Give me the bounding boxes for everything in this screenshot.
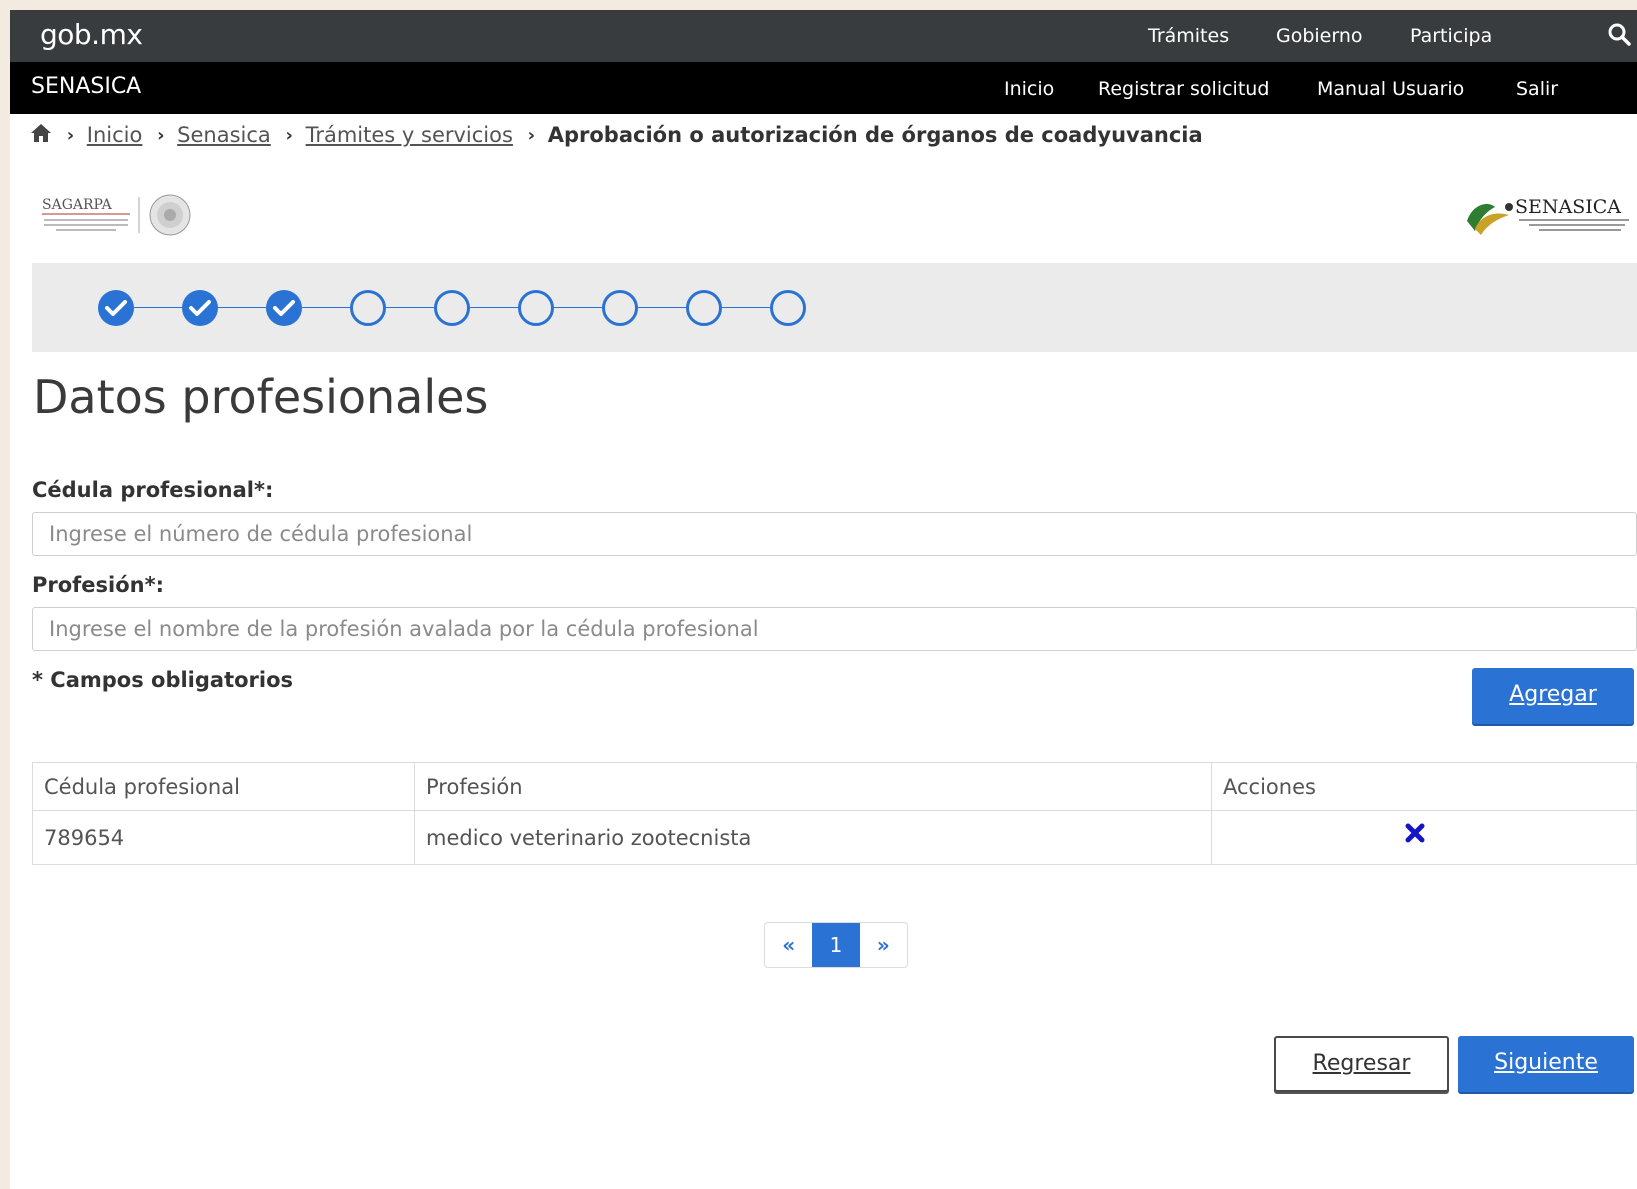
step-6-pending (518, 290, 554, 326)
breadcrumb-separator: › (285, 124, 293, 146)
cedula-label: Cédula profesional*: (32, 478, 274, 502)
nav-registrar-solicitud[interactable]: Registrar solicitud (1098, 78, 1269, 100)
col-header-profesion: Profesión (414, 762, 1212, 811)
gob-header: gob.mx Trámites Gobierno Participa (10, 10, 1637, 62)
table-row: 789654 medico veterinario zootecnista (32, 810, 1637, 865)
breadcrumb: › Inicio › Senasica › Trámites y servici… (30, 122, 1203, 154)
breadcrumb-separator: › (157, 124, 165, 146)
breadcrumb-current: Aprobación o autorización de órganos de … (547, 123, 1203, 147)
col-header-cedula: Cédula profesional (32, 762, 415, 811)
delete-icon[interactable] (1404, 822, 1426, 849)
breadcrumb-separator: › (66, 124, 75, 146)
step-9-pending (770, 290, 806, 326)
profesion-label: Profesión*: (32, 573, 165, 597)
breadcrumb-inicio[interactable]: Inicio (87, 123, 143, 147)
senasica-header: SENASICA Inicio Registrar solicitud Manu… (10, 62, 1637, 114)
add-button[interactable]: Agregar (1472, 668, 1634, 724)
nav-manual-usuario[interactable]: Manual Usuario (1317, 78, 1464, 100)
nav-inicio[interactable]: Inicio (1004, 78, 1054, 100)
step-7-pending (602, 290, 638, 326)
nav-salir[interactable]: Salir (1516, 78, 1558, 100)
required-fields-note: * Campos obligatorios (32, 668, 294, 692)
pagination-prev[interactable]: « (765, 923, 812, 967)
step-connector (386, 307, 434, 308)
step-connector (470, 307, 518, 308)
check-icon (189, 300, 211, 316)
browser-page: gob.mx Trámites Gobierno Participa SENAS… (10, 10, 1637, 1189)
step-2-completed (182, 290, 218, 326)
step-3-completed (266, 290, 302, 326)
profesion-input[interactable] (32, 607, 1637, 651)
step-connector (554, 307, 602, 308)
step-1-completed (98, 290, 134, 326)
breadcrumb-tramites[interactable]: Trámites y servicios (306, 123, 513, 147)
step-connector (134, 307, 182, 308)
next-button[interactable]: Siguiente (1458, 1036, 1634, 1092)
home-icon[interactable] (30, 123, 52, 148)
search-icon[interactable] (1607, 22, 1633, 48)
progress-stepper (32, 263, 1637, 352)
step-connector (302, 307, 350, 308)
step-connector (638, 307, 686, 308)
step-4-pending (350, 290, 386, 326)
sagarpa-logo: SAGARPA (42, 193, 210, 247)
table-header-row: Cédula profesional Profesión Acciones (32, 762, 1637, 811)
pagination-next[interactable]: » (860, 923, 907, 967)
step-connector (218, 307, 266, 308)
step-5-pending (434, 290, 470, 326)
senasica-title: SENASICA (31, 74, 142, 99)
check-icon (273, 300, 295, 316)
gob-link-tramites[interactable]: Trámites (1148, 25, 1229, 47)
cell-cedula: 789654 (32, 810, 415, 865)
senasica-logo: SENASICA (1465, 193, 1633, 247)
pagination-page-1[interactable]: 1 (812, 923, 860, 967)
breadcrumb-separator: › (527, 124, 536, 146)
page-title: Datos profesionales (33, 370, 489, 424)
gob-link-gobierno[interactable]: Gobierno (1276, 25, 1363, 47)
professions-table: Cédula profesional Profesión Acciones 78… (32, 762, 1637, 865)
cedula-input[interactable] (32, 512, 1637, 556)
step-8-pending (686, 290, 722, 326)
breadcrumb-senasica[interactable]: Senasica (177, 123, 271, 147)
pagination: « 1 » (764, 922, 908, 968)
sagarpa-logo-text: SAGARPA (42, 197, 113, 213)
senasica-logo-text: SENASICA (1515, 196, 1621, 218)
back-button[interactable]: Regresar (1274, 1036, 1449, 1092)
check-icon (105, 300, 127, 316)
col-header-acciones: Acciones (1211, 762, 1637, 811)
cell-actions (1211, 810, 1637, 865)
gob-link-participa[interactable]: Participa (1410, 25, 1492, 47)
cell-profesion: medico veterinario zootecnista (414, 810, 1212, 865)
step-connector (722, 307, 770, 308)
gob-logo[interactable]: gob.mx (40, 18, 143, 51)
